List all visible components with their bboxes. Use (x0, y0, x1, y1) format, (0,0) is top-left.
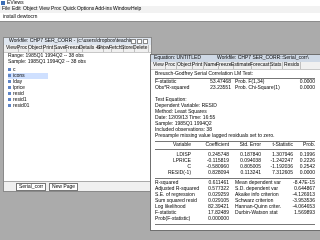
equation-window: Equation: UNTITLED Workfile: CHP7 SER_CO… (150, 54, 320, 231)
workfile-window: Workfile: CHP7 SER_CORR - (c:\users\drop… (3, 37, 152, 192)
list-item[interactable]: resid01 (8, 103, 48, 109)
menu-addins[interactable]: Add-ins (95, 6, 112, 13)
equation-title: Equation: UNTITLED (154, 55, 201, 61)
stat-prob: 0.0000 (299, 85, 315, 91)
workfile-titlebar[interactable]: Workfile: CHP7 SER_CORR - (c:\users\drop… (4, 38, 151, 51)
menu-edit[interactable]: Edit (12, 6, 21, 13)
workfile-toolbar: View Proc Object Print Save Freeze Detai… (4, 45, 151, 53)
tab-new-page[interactable]: New Page (49, 183, 79, 191)
divider (155, 178, 315, 179)
coef-var: RESID(-1) (167, 170, 191, 176)
eq-resids-button[interactable]: Resids (283, 62, 302, 69)
series-icon (8, 86, 11, 89)
workfile-tabbar: Serial_corr New Page (4, 181, 151, 191)
wf-delete-button[interactable]: Delete (132, 45, 150, 52)
coef-t: 7.312605 (272, 170, 293, 176)
summary-value: 0.000000 (208, 216, 229, 222)
menu-object[interactable]: Object (23, 6, 37, 13)
series-icon (8, 98, 11, 101)
menu-options[interactable]: Options (77, 6, 94, 13)
divider (155, 224, 315, 225)
menu-quick[interactable]: Quick (63, 6, 76, 13)
summary-label: Prob(F-statistic) (155, 216, 191, 222)
workfile-sample[interactable]: Sample: 1985Q1 1994Q2 -- 38 obs (8, 59, 86, 65)
divider (155, 149, 315, 150)
command-window[interactable]: install dewtocrn (0, 13, 320, 22)
menu-view[interactable]: View (39, 6, 50, 13)
col-header: t-Statistic (272, 142, 293, 148)
eq-stats-button[interactable]: Stats (269, 62, 284, 69)
workfile-object-list: c icons lday lprice resid resid1 resid01 (8, 67, 48, 109)
col-header: Std. Error (239, 142, 261, 148)
menu-bar: File Edit Object View Proc Quick Options… (0, 6, 320, 13)
coef-se: 0.113241 (240, 170, 261, 176)
stat-prob-name: Prob. Chi-Square(1) (235, 85, 280, 91)
menu-window[interactable]: Window (113, 6, 131, 13)
command-text[interactable]: install dewtocrn (3, 14, 37, 20)
menu-proc[interactable]: Proc (51, 6, 61, 13)
menu-help[interactable]: Help (131, 6, 141, 13)
series-icon (8, 74, 11, 77)
equation-titlebar[interactable]: Equation: UNTITLED Workfile: CHP7 SER_CO… (151, 55, 320, 62)
minimize-icon[interactable] (131, 39, 136, 44)
col-header: Prob. (303, 142, 315, 148)
equation-toolbar: View Proc Object Print Name Freeze Estim… (151, 62, 320, 70)
summary-value: 1.569893 (294, 210, 315, 216)
series-icon (8, 80, 11, 83)
menu-file[interactable]: File (2, 6, 10, 13)
coef-value: 0.828094 (208, 170, 229, 176)
stat-value: 23.23551 (210, 85, 231, 91)
summary-label: Durbin-Watson stat (235, 210, 278, 216)
eviews-app-icon (1, 1, 5, 5)
series-icon (8, 92, 11, 95)
info-line: Presample missing value lagged residuals… (155, 133, 275, 139)
coef-icon (8, 68, 11, 71)
equation-workfile-title: Workfile: CHP7 SER_CORR::Serial_corr\ (217, 55, 309, 61)
col-header: Variable (173, 142, 191, 148)
close-icon[interactable] (143, 39, 148, 44)
test-title: Breusch-Godfrey Serial Correlation LM Te… (155, 71, 254, 77)
col-header: Coefficient (205, 142, 229, 148)
stat-name: Obs*R-squared (155, 85, 190, 91)
tab-serial-corr[interactable]: Serial_corr (16, 183, 47, 191)
series-icon (8, 104, 11, 107)
maximize-icon[interactable] (137, 39, 142, 44)
coef-prob: 0.0000 (299, 170, 315, 176)
